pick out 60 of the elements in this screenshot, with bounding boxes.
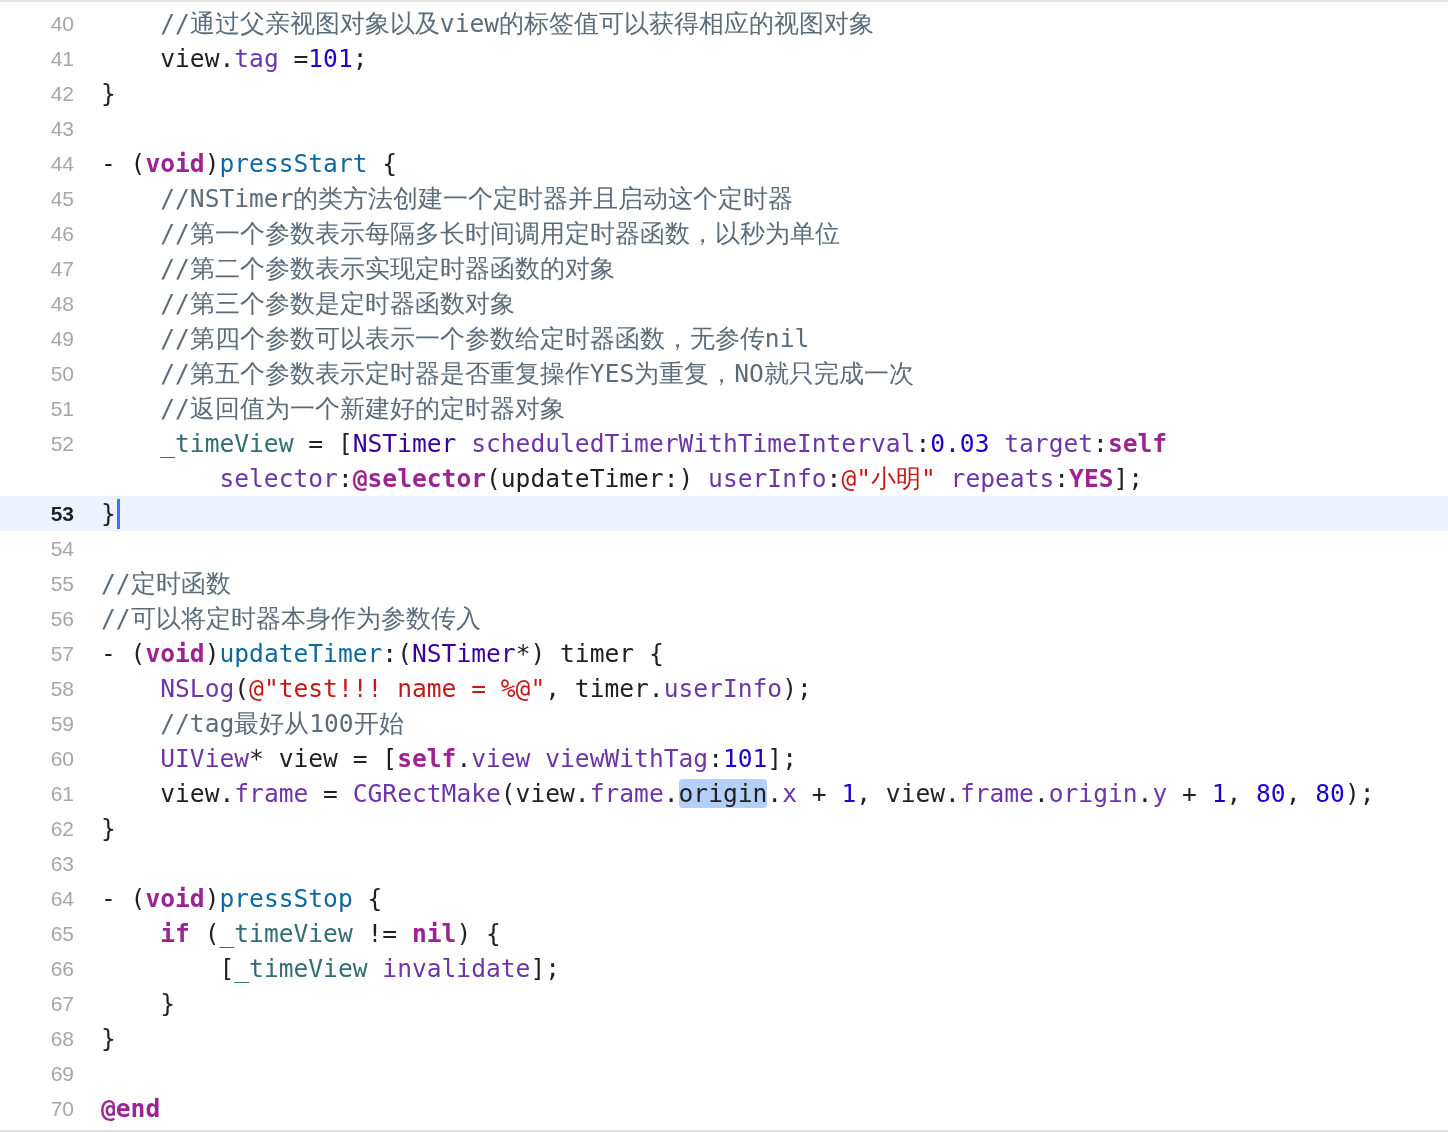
code-line: //tag最好从100开始: [159, 708, 404, 740]
line-number: 56: [49, 606, 75, 631]
code-line: - (void)updateTimer:(NSTimer*) timer {: [101, 639, 664, 668]
code-line: //可以将定时器本身作为参数传入: [101, 603, 481, 635]
code-line: @end: [101, 1094, 161, 1123]
code-line: //第五个参数表示定时器是否重复操作YES为重复，NO就只完成一次: [159, 358, 914, 390]
code-line: //第四个参数可以表示一个参数给定时器函数，无参传nil: [159, 323, 810, 355]
line-number: 54: [49, 536, 75, 561]
line-number: 62: [49, 816, 75, 841]
code-line: selector:@selector(updateTimer:) userInfo:@"小明" repeats:YES];: [218, 463, 1144, 495]
line-number: 40: [49, 11, 75, 36]
code-line: UIView* view = [self.view viewWithTag:101];: [159, 744, 797, 773]
code-line: //通过父亲视图对象以及view的标签值可以获得相应的视图对象: [159, 8, 875, 40]
line-number: 58: [49, 676, 75, 701]
line-number: 68: [49, 1026, 75, 1051]
code-line: //第二个参数表示实现定时器函数的对象: [159, 253, 615, 285]
code-line: _timeView = [NSTimer scheduledTimerWithTimeInterval:0.03 target:self: [159, 429, 1168, 458]
line-number: 53: [49, 501, 75, 526]
line-number: 70: [49, 1096, 75, 1121]
line-number: 69: [49, 1061, 75, 1086]
line-number: 45: [49, 186, 75, 211]
code-line: view.frame = CGRectMake(view.frame.origin.x + 1, view.frame.origin.y + 1, 80, 80);: [159, 779, 1375, 808]
line-number: 61: [49, 781, 75, 806]
code-line: }: [101, 1024, 116, 1053]
code-line: }: [159, 989, 176, 1018]
line-number: 63: [49, 851, 75, 876]
code-line: //NSTimer的类方法创建一个定时器并且启动这个定时器: [159, 183, 794, 215]
line-number: 65: [49, 921, 75, 946]
line-number: 67: [49, 991, 75, 1016]
line-number: 66: [49, 956, 75, 981]
line-number: 60: [49, 746, 75, 771]
code-line: }: [101, 79, 116, 108]
line-number: 43: [49, 116, 75, 141]
code-line: }: [101, 814, 116, 843]
code-line: //定时函数: [101, 568, 231, 600]
line-number: 64: [49, 886, 75, 911]
code-line: //返回值为一个新建好的定时器对象: [159, 393, 565, 425]
text-cursor: [116, 498, 120, 529]
line-number: 49: [49, 326, 75, 351]
code-line: }: [101, 499, 116, 528]
code-line: - (void)pressStop {: [101, 884, 383, 913]
code-line: [_timeView invalidate];: [218, 954, 561, 983]
code-line: - (void)pressStart {: [101, 149, 398, 178]
line-number: 55: [49, 571, 75, 596]
code-line: //第三个参数是定时器函数对象: [159, 288, 515, 320]
line-number: 57: [49, 641, 75, 666]
line-number: 51: [49, 396, 75, 421]
code-line: NSLog(@"test!!! name = %@", timer.userInfo);: [159, 674, 812, 703]
line-number: 46: [49, 221, 75, 246]
line-number: 41: [49, 46, 75, 71]
line-number: 52: [49, 431, 75, 456]
line-number: 59: [49, 711, 75, 736]
code-line: //第一个参数表示每隔多长时间调用定时器函数，以秒为单位: [159, 218, 840, 250]
code-line: if (_timeView != nil) {: [159, 919, 501, 948]
code-line: view.tag =101;: [159, 44, 368, 73]
line-number: 48: [49, 291, 75, 316]
line-number: 50: [49, 361, 75, 386]
line-number: 47: [49, 256, 75, 281]
line-number: 44: [49, 151, 75, 176]
line-number: 42: [49, 81, 75, 106]
